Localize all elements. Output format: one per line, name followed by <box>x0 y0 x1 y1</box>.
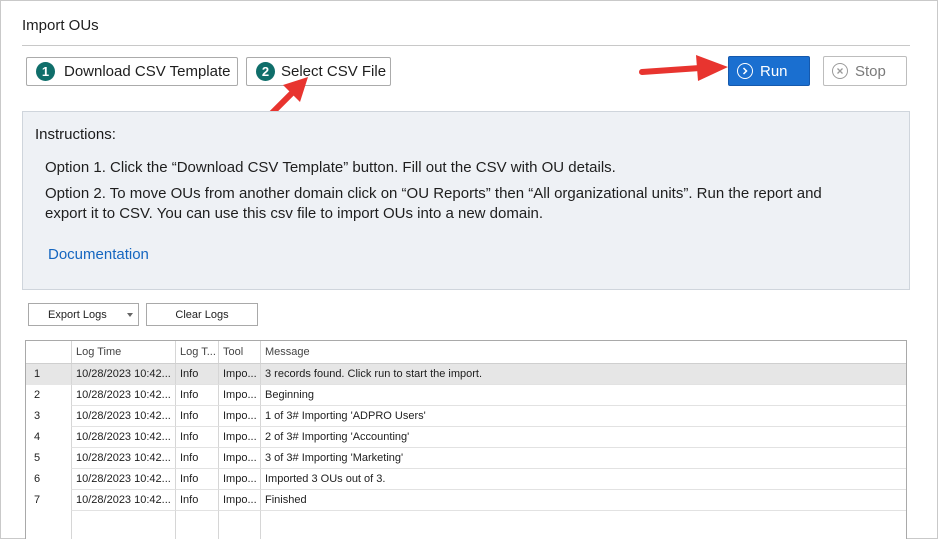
row-number: 5 <box>34 452 41 464</box>
stop-circle-icon <box>832 63 848 79</box>
message-cell: 2 of 3# Importing 'Accounting' <box>260 427 906 448</box>
table-row[interactable]: 1 10/28/2023 10:42... Info Impo... 3 rec… <box>26 364 906 385</box>
documentation-link[interactable]: Documentation <box>48 246 149 263</box>
instructions-heading: Instructions: <box>35 126 116 143</box>
log-type-cell: Info <box>175 469 218 490</box>
log-time-cell: 10/28/2023 10:42... <box>71 427 175 448</box>
run-button[interactable]: Run <box>728 56 810 86</box>
log-type-cell: Info <box>175 427 218 448</box>
tool-cell: Impo... <box>218 448 260 469</box>
log-type-cell: Info <box>175 448 218 469</box>
stop-button[interactable]: Stop <box>823 56 907 86</box>
step-1-badge: 1 <box>36 62 55 81</box>
page-title: Import OUs <box>22 17 99 34</box>
message-cell: Beginning <box>260 385 906 406</box>
log-type-cell: Info <box>175 385 218 406</box>
row-number: 1 <box>34 368 41 380</box>
table-row[interactable]: 6 10/28/2023 10:42... Info Impo... Impor… <box>26 469 906 490</box>
row-number: 6 <box>34 473 41 485</box>
clear-logs-label: Clear Logs <box>175 308 229 321</box>
column-header-log-time[interactable]: Log Time <box>71 341 175 363</box>
tool-cell: Impo... <box>218 406 260 427</box>
table-row[interactable]: 7 10/28/2023 10:42... Info Impo... Finis… <box>26 490 906 511</box>
log-type-cell: Info <box>175 364 218 385</box>
row-number: 2 <box>34 389 41 401</box>
log-type-cell: Info <box>175 490 218 511</box>
log-time-cell: 10/28/2023 10:42... <box>71 490 175 511</box>
log-time-cell: 10/28/2023 10:42... <box>71 448 175 469</box>
log-grid-header: Log Time Log T... Tool Message <box>26 341 906 364</box>
annotation-arrow-run <box>639 55 728 81</box>
title-divider <box>22 45 910 46</box>
tool-cell: Impo... <box>218 469 260 490</box>
row-number: 4 <box>34 431 41 443</box>
log-time-cell: 10/28/2023 10:42... <box>71 385 175 406</box>
message-cell: 1 of 3# Importing 'ADPRO Users' <box>260 406 906 427</box>
log-type-cell: Info <box>175 406 218 427</box>
play-circle-icon <box>737 63 753 79</box>
tool-cell: Impo... <box>218 427 260 448</box>
log-time-cell: 10/28/2023 10:42... <box>71 406 175 427</box>
tool-cell: Impo... <box>218 364 260 385</box>
message-cell: 3 records found. Click run to start the … <box>260 364 906 385</box>
instructions-option-1: Option 1. Click the “Download CSV Templa… <box>45 159 616 176</box>
message-cell: Finished <box>260 490 906 511</box>
instructions-option-2: Option 2. To move OUs from another domai… <box>45 185 822 202</box>
log-grid[interactable]: Log Time Log T... Tool Message 1 10/28/2… <box>25 340 907 539</box>
message-cell: 3 of 3# Importing 'Marketing' <box>260 448 906 469</box>
log-time-cell: 10/28/2023 10:42... <box>71 364 175 385</box>
log-time-cell: 10/28/2023 10:42... <box>71 469 175 490</box>
instructions-option-2-continued: export it to CSV. You can use this csv f… <box>45 205 544 222</box>
tool-cell: Impo... <box>218 385 260 406</box>
clear-logs-button[interactable]: Clear Logs <box>146 303 258 326</box>
table-row[interactable]: 2 10/28/2023 10:42... Info Impo... Begin… <box>26 385 906 406</box>
table-row[interactable]: 4 10/28/2023 10:42... Info Impo... 2 of … <box>26 427 906 448</box>
export-logs-label: Export Logs <box>48 308 107 321</box>
grid-empty-area <box>71 511 906 539</box>
tool-cell: Impo... <box>218 490 260 511</box>
export-logs-dropdown[interactable]: Export Logs <box>28 303 139 326</box>
run-label: Run <box>760 62 788 80</box>
stop-label: Stop <box>855 62 886 80</box>
instructions-panel: Instructions: Option 1. Click the “Downl… <box>22 111 910 290</box>
message-cell: Imported 3 OUs out of 3. <box>260 469 906 490</box>
chevron-down-icon <box>127 313 133 317</box>
table-row[interactable]: 5 10/28/2023 10:42... Info Impo... 3 of … <box>26 448 906 469</box>
column-header-message[interactable]: Message <box>260 341 906 363</box>
download-csv-template-label: Download CSV Template <box>64 63 231 80</box>
download-csv-template-button[interactable]: 1 Download CSV Template <box>26 57 238 86</box>
row-number: 3 <box>34 410 41 422</box>
column-header-log-type[interactable]: Log T... <box>175 341 218 363</box>
table-row[interactable]: 3 10/28/2023 10:42... Info Impo... 1 of … <box>26 406 906 427</box>
row-number: 7 <box>34 494 41 506</box>
column-header-tool[interactable]: Tool <box>218 341 260 363</box>
